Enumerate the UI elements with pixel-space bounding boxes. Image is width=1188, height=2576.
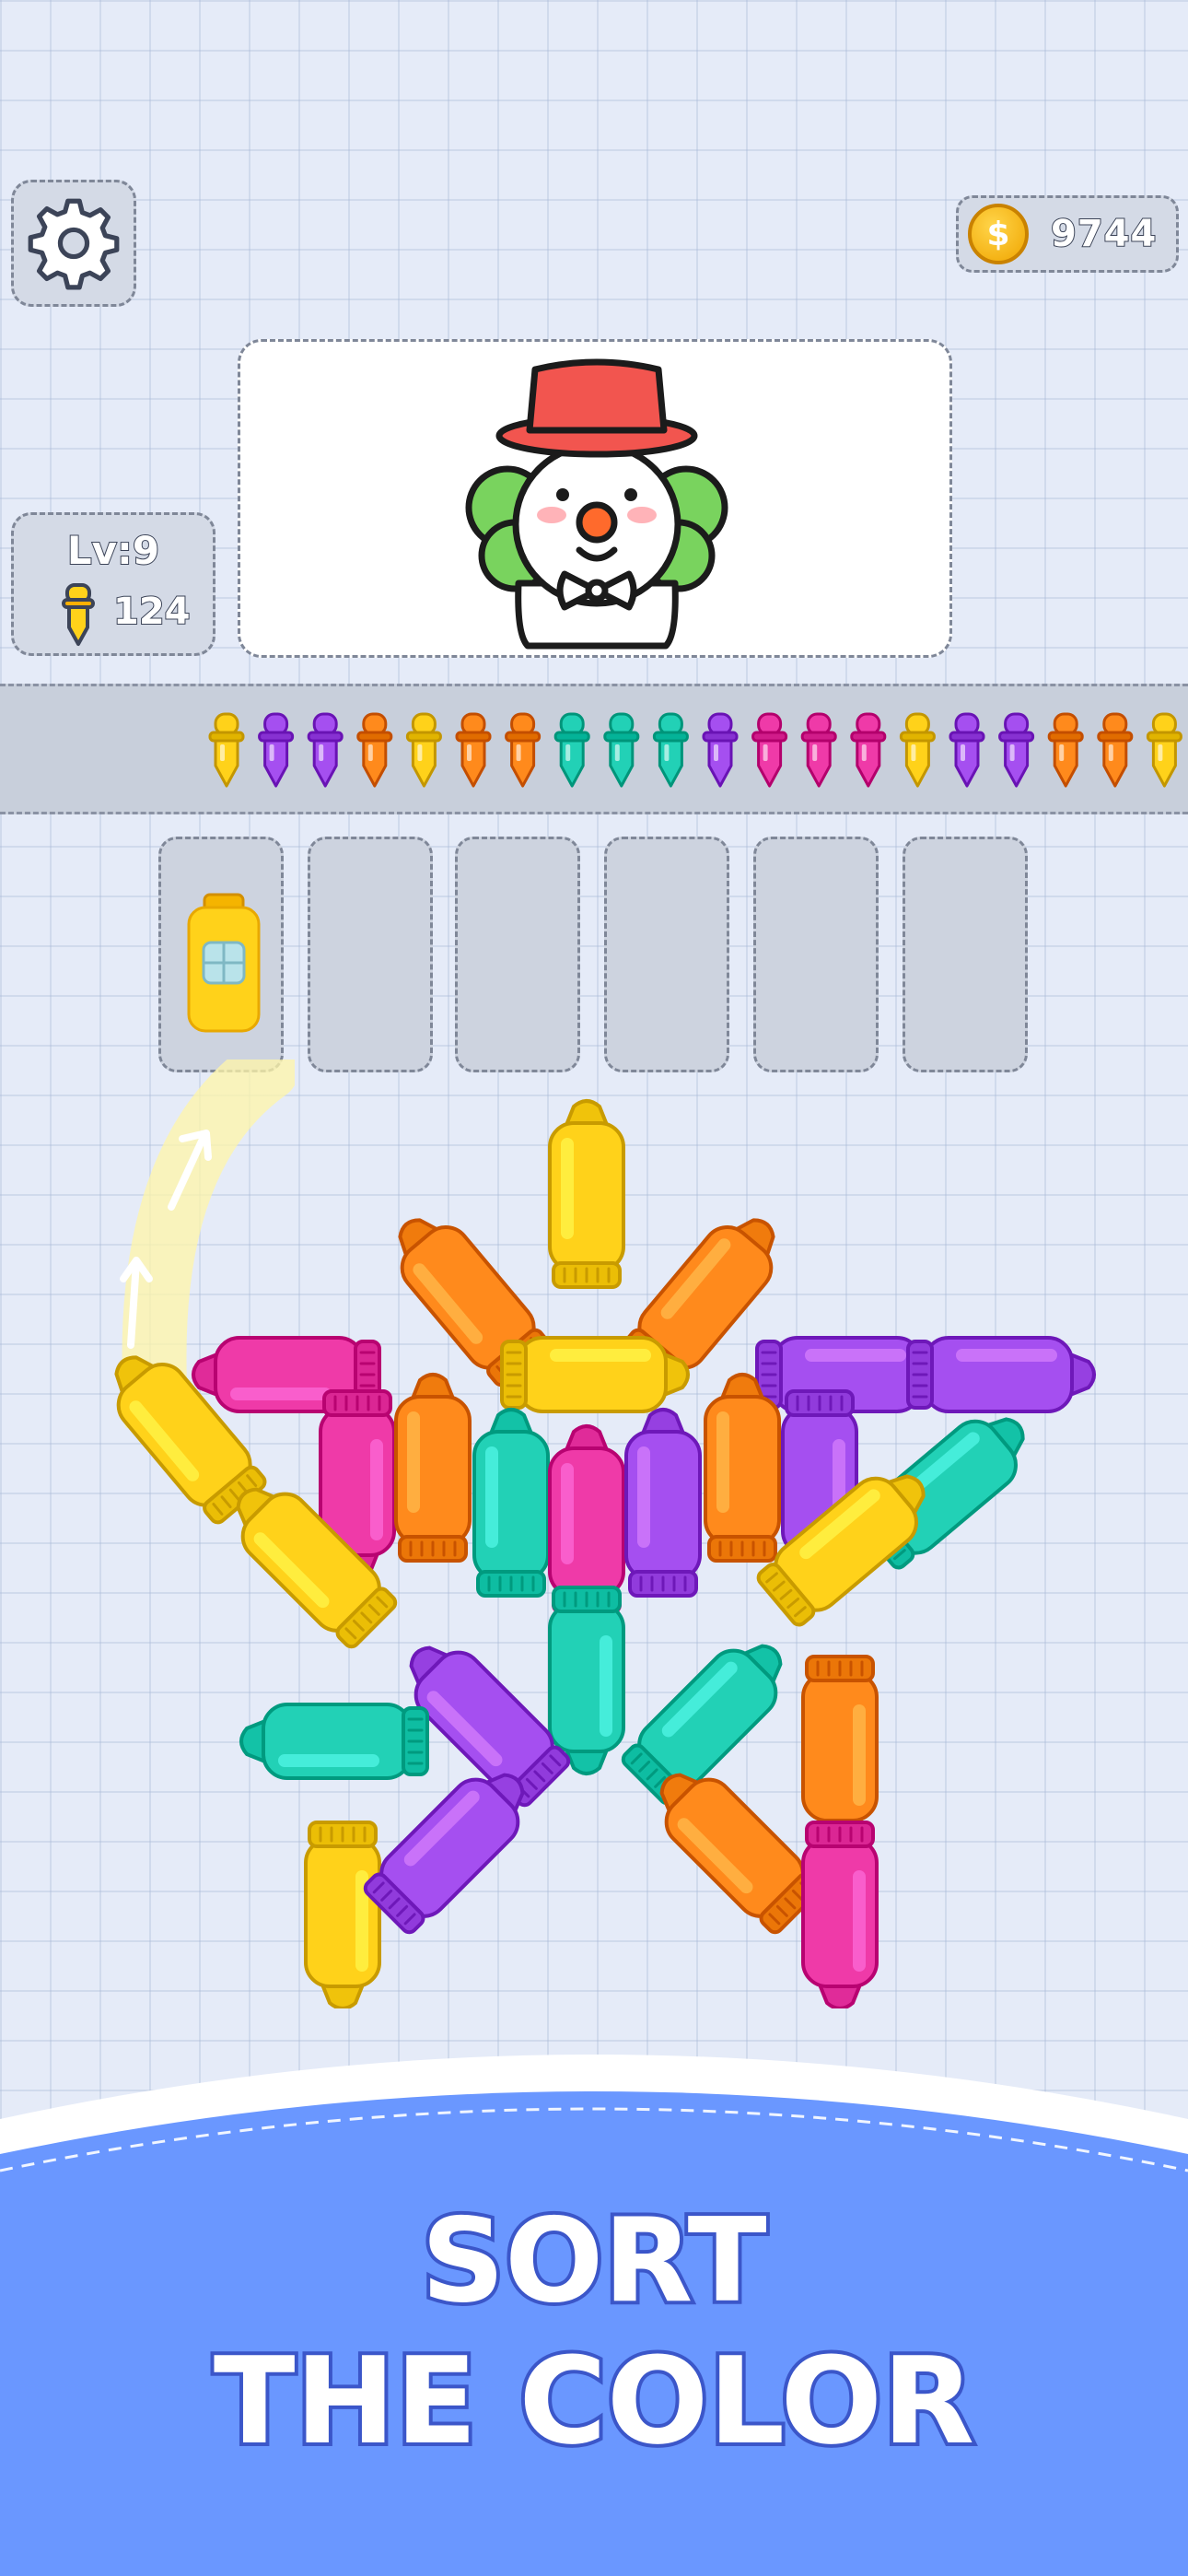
coin-icon: $ [968, 204, 1029, 264]
bottle-piece[interactable] [906, 1336, 1096, 1413]
queue-dropper [208, 712, 245, 788]
queue-dropper [1146, 712, 1182, 788]
bottle-piece[interactable] [548, 1586, 625, 1775]
queue-dropper [800, 712, 837, 788]
holding-slot-2[interactable] [308, 837, 433, 1072]
bottle-piece[interactable] [548, 1424, 625, 1614]
queue-dropper [455, 712, 492, 788]
queue-dropper [1097, 712, 1134, 788]
coin-counter: $ 9744 [956, 195, 1179, 273]
queue-dropper [356, 712, 393, 788]
queue-dropper [553, 712, 590, 788]
queue-dropper [899, 712, 936, 788]
bottle-piece[interactable] [500, 1336, 690, 1413]
queue-dropper [652, 712, 689, 788]
gear-icon [28, 198, 120, 290]
level-panel: Lv:9 124 [11, 512, 215, 656]
puzzle-board [114, 1099, 1096, 2008]
queue-dropper [751, 712, 788, 788]
queue-dropper [850, 712, 887, 788]
bottle-piece[interactable] [360, 1754, 543, 1938]
holding-slot-4[interactable] [604, 837, 729, 1072]
coin-value: 9744 [1050, 212, 1158, 256]
bottle-piece[interactable] [304, 1821, 381, 2008]
holding-slot-1[interactable] [158, 837, 284, 1072]
bottle-piece[interactable] [801, 1821, 879, 2008]
clown-picture [465, 358, 728, 650]
settings-button[interactable] [11, 180, 136, 307]
title-line-1: SORT [417, 2189, 770, 2332]
bottle-in-slot[interactable] [161, 839, 286, 1075]
bottle-piece[interactable] [472, 1408, 550, 1598]
holding-slot-3[interactable] [455, 837, 580, 1072]
holding-slot-6[interactable] [903, 837, 1028, 1072]
title-line-2: THE COLOR [210, 2327, 978, 2475]
bottle-piece[interactable] [394, 1373, 472, 1563]
queue-dropper [1047, 712, 1084, 788]
queue-dropper [258, 712, 295, 788]
dropper-queue [0, 684, 1188, 814]
queue-dropper [307, 712, 344, 788]
queue-dropper [603, 712, 640, 788]
target-picture-card [238, 339, 952, 658]
bottle-piece[interactable] [624, 1408, 702, 1598]
holding-slot-5[interactable] [753, 837, 879, 1072]
bottle-piece[interactable] [704, 1373, 781, 1563]
bottle-piece[interactable] [239, 1703, 429, 1780]
queue-dropper [949, 712, 985, 788]
queue-dropper [998, 712, 1035, 788]
bottle-piece[interactable] [548, 1099, 625, 1289]
drops-count: 124 [112, 590, 191, 634]
level-label: Lv:9 [66, 527, 160, 574]
queue-dropper [405, 712, 442, 788]
queue-dropper [505, 712, 542, 788]
dropper-icon [62, 583, 95, 646]
queue-droppers [208, 712, 1182, 788]
queue-dropper [702, 712, 739, 788]
bottle-piece[interactable] [641, 1754, 824, 1938]
bottle-piece[interactable] [801, 1655, 879, 1844]
